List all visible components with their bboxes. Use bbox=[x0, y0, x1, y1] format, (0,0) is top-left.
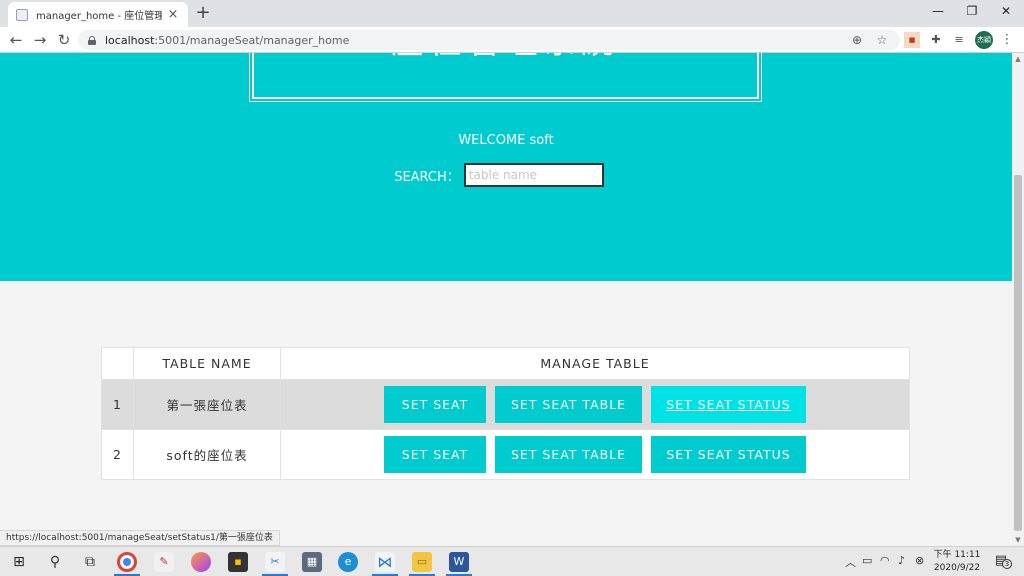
ime-icon[interactable]: ⊗ bbox=[915, 554, 924, 567]
link-status-bar: https://localhost:5001/manageSeat/setSta… bbox=[0, 530, 280, 546]
tools-app-icon[interactable]: ✂ bbox=[265, 552, 285, 572]
file-explorer-app-icon[interactable]: ▭ bbox=[412, 552, 432, 572]
set-seat-button[interactable]: SET SEAT bbox=[384, 436, 487, 473]
header-table-name: TABLE NAME bbox=[133, 347, 281, 380]
edge-app-icon[interactable]: e bbox=[338, 552, 358, 572]
extension-icon[interactable]: ■ bbox=[904, 32, 920, 48]
scroll-up-arrow-icon[interactable]: ▲ bbox=[1012, 53, 1024, 65]
firefox-app-icon[interactable] bbox=[191, 552, 211, 572]
profile-avatar[interactable]: 杰穎 bbox=[975, 31, 993, 49]
browser-tab-strip: manager_home - 座位管理系統 × + — ❐ ✕ bbox=[0, 0, 1024, 27]
action-center-icon[interactable]: ▤ 3 bbox=[992, 553, 1012, 569]
chrome-app-icon[interactable] bbox=[117, 552, 137, 572]
windows-start-icon[interactable]: ⊞ bbox=[9, 552, 29, 572]
scroll-down-arrow-icon[interactable]: ▼ bbox=[1012, 534, 1024, 546]
address-bar[interactable]: localhost:5001/manageSeat/manager_home ⊕… bbox=[78, 30, 900, 50]
sticky-notes-app-icon[interactable]: ▪ bbox=[228, 552, 248, 572]
set-seat-status-button[interactable]: SET SEAT STATUS bbox=[650, 436, 806, 473]
table-header-row: TABLE NAME MANAGE TABLE bbox=[101, 347, 910, 380]
row-actions: SET SEAT SET SEAT TABLE SET SEAT STATUS bbox=[280, 429, 910, 480]
window-minimize-button[interactable]: — bbox=[921, 0, 955, 24]
window-close-button[interactable]: ✕ bbox=[989, 0, 1023, 24]
browser-menu-icon[interactable]: ⋮ bbox=[1000, 32, 1014, 48]
tray-overflow-chevron-icon[interactable]: ︿ bbox=[845, 554, 856, 570]
tab-close-icon[interactable]: × bbox=[166, 7, 180, 22]
scroll-thumb[interactable] bbox=[1014, 175, 1022, 531]
header-manage-table: MANAGE TABLE bbox=[280, 347, 910, 380]
site-title: 座位管理系統 bbox=[254, 53, 757, 63]
row-index: 1 bbox=[101, 379, 134, 430]
site-title-frame: 座位管理系統 bbox=[249, 53, 762, 102]
page-favicon-icon bbox=[16, 8, 28, 21]
search-row: SEARCH： bbox=[0, 163, 1012, 187]
back-arrow-icon[interactable]: ← bbox=[6, 30, 26, 50]
browser-tab[interactable]: manager_home - 座位管理系統 × bbox=[8, 2, 188, 27]
row-actions: SET SEAT SET SEAT TABLE SET SEAT STATUS bbox=[280, 379, 910, 430]
reading-list-icon[interactable]: ≡ bbox=[951, 32, 967, 48]
welcome-message: WELCOME soft bbox=[458, 133, 554, 148]
tab-title: manager_home - 座位管理系統 bbox=[36, 11, 162, 22]
row-table-name: 第一張座位表 bbox=[133, 379, 281, 430]
bookmark-star-icon[interactable]: ☆ bbox=[873, 30, 891, 50]
table-row: 1 第一張座位表 SET SEAT SET SEAT TABLE SET SEA… bbox=[101, 379, 910, 430]
task-view-icon[interactable]: ⧉ bbox=[80, 552, 100, 572]
table-row: 2 soft的座位表 SET SEAT SET SEAT TABLE SET S… bbox=[101, 429, 910, 480]
clock-time: 下午 11:11 bbox=[933, 550, 981, 560]
row-table-name: soft的座位表 bbox=[133, 429, 281, 480]
search-icon[interactable]: ⚲ bbox=[45, 552, 65, 572]
forward-arrow-icon[interactable]: → bbox=[30, 30, 50, 50]
lock-icon bbox=[88, 35, 96, 45]
seat-table-list: TABLE NAME MANAGE TABLE 1 第一張座位表 SET SEA… bbox=[101, 347, 910, 480]
extensions-puzzle-icon[interactable]: ✚ bbox=[928, 32, 944, 48]
set-seat-table-button[interactable]: SET SEAT TABLE bbox=[495, 436, 642, 473]
zoom-icon[interactable]: ⊕ bbox=[848, 30, 866, 50]
window-restore-button[interactable]: ❐ bbox=[955, 0, 989, 24]
set-seat-table-button[interactable]: SET SEAT TABLE bbox=[495, 386, 642, 423]
page-viewport: 座位管理系統 WELCOME soft SEARCH： TABLE NAME M… bbox=[0, 53, 1012, 546]
row-index: 2 bbox=[101, 429, 134, 480]
page-scrollbar[interactable]: ▲ ▼ bbox=[1012, 53, 1024, 546]
os-taskbar: ⊞ ⚲ ⧉ ✎ ▪ ✂ ▦ e ⋈ ▭ W ︿ ▭ ◠ ♪ ⊗ 下午 11:11… bbox=[0, 546, 1024, 576]
browser-toolbar: ← → ↻ localhost:5001/manageSeat/manager_… bbox=[0, 27, 1024, 53]
paint-app-icon[interactable]: ✎ bbox=[154, 552, 174, 572]
volume-icon[interactable]: ♪ bbox=[898, 554, 905, 567]
search-input[interactable] bbox=[463, 163, 604, 187]
taskbar-clock[interactable]: 下午 11:11 2020/9/22 bbox=[930, 549, 984, 575]
header-index bbox=[101, 347, 134, 380]
address-url: localhost:5001/manageSeat/manager_home bbox=[105, 33, 350, 47]
wifi-icon[interactable]: ◠ bbox=[880, 554, 890, 567]
calculator-app-icon[interactable]: ▦ bbox=[302, 552, 322, 572]
word-app-icon[interactable]: W bbox=[449, 552, 469, 572]
reload-icon[interactable]: ↻ bbox=[54, 30, 74, 50]
notification-count: 3 bbox=[1002, 559, 1012, 569]
clock-date: 2020/9/22 bbox=[933, 563, 981, 573]
hero-banner: 座位管理系統 WELCOME soft SEARCH： bbox=[0, 53, 1012, 281]
new-tab-button[interactable]: + bbox=[193, 3, 213, 23]
vscode-app-icon[interactable]: ⋈ bbox=[375, 552, 395, 572]
set-seat-status-button[interactable]: SET SEAT STATUS bbox=[650, 386, 806, 423]
set-seat-button[interactable]: SET SEAT bbox=[384, 386, 487, 423]
search-label: SEARCH： bbox=[394, 169, 460, 185]
battery-icon[interactable]: ▭ bbox=[862, 554, 872, 567]
